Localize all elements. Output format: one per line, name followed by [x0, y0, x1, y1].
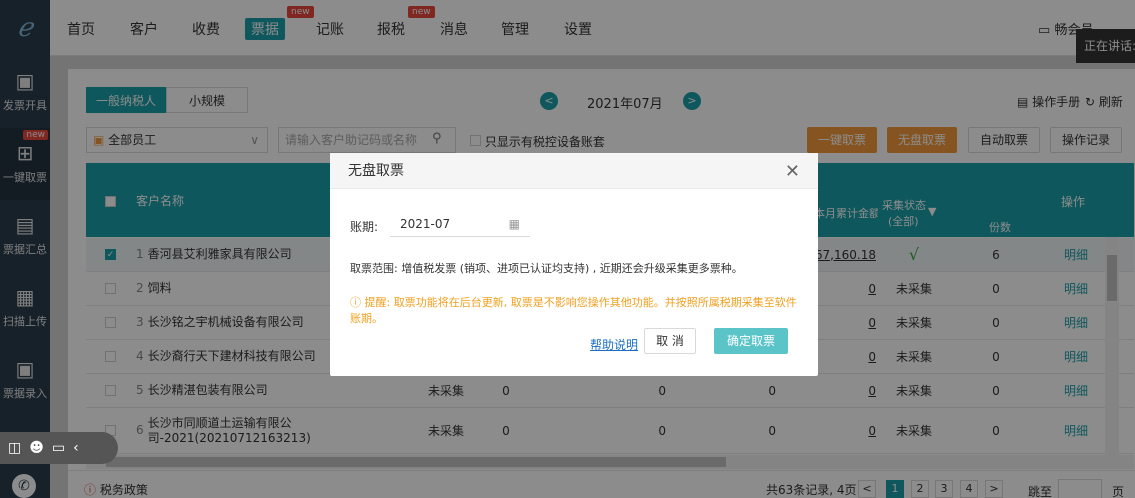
dialog-title: 无盘取票	[330, 153, 818, 189]
gift-icon[interactable]: ◫	[8, 440, 21, 456]
emoji-icon[interactable]: ☻	[29, 440, 44, 456]
warning-icon: ⓘ	[350, 296, 361, 309]
no-disk-fetch-dialog: 无盘取票 ✕ 账期: 2021-07 ▦ 取票范围: 增值税发票 (销项、进项已…	[330, 153, 818, 376]
period-label: 账期:	[350, 220, 379, 234]
fetch-tip-text: 提醒: 取票功能将在后台更新, 取票是不影响您操作其他功能。并按照所属税期采集至…	[350, 296, 797, 325]
period-input-value: 2021-07	[400, 217, 451, 231]
fetch-tip: ⓘ 提醒: 取票功能将在后台更新, 取票是不影响您操作其他功能。并按照所属税期采…	[350, 295, 800, 327]
period-input[interactable]: 2021-07 ▦	[390, 211, 530, 237]
confirm-fetch-button[interactable]: 确定取票	[714, 328, 788, 354]
cancel-button[interactable]: 取 消	[644, 328, 696, 354]
fetch-scope-text: 取票范围: 增值税发票 (销项、进项已认证均支持) , 近期还会升级采集更多票种…	[350, 262, 743, 275]
chat-icon[interactable]: ▭	[52, 440, 65, 456]
close-icon[interactable]: ✕	[785, 161, 800, 182]
help-link[interactable]: 帮助说明	[590, 336, 638, 353]
calendar-icon[interactable]: ▦	[509, 211, 520, 237]
floating-toolbar: ◫ ☻ ▭ ‹	[0, 432, 118, 464]
collapse-icon[interactable]: ‹	[73, 440, 79, 456]
